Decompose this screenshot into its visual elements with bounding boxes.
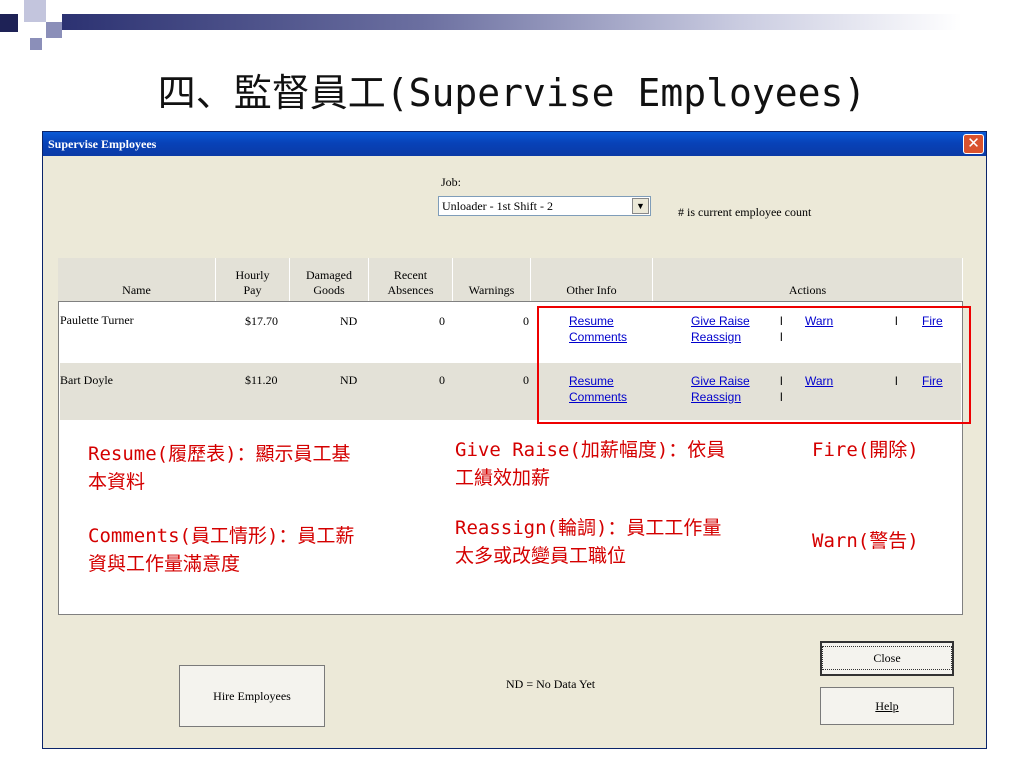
column-header-name[interactable]: Name <box>58 258 216 301</box>
column-header-hourly-pay[interactable]: Hourly Pay <box>216 258 290 301</box>
employee-count-note: # is current employee count <box>678 205 812 219</box>
chevron-down-icon[interactable]: ▼ <box>632 198 649 214</box>
recent-absences-value: 0 <box>439 314 445 328</box>
employee-name: Paulette Turner <box>60 313 134 327</box>
close-window-icon[interactable]: ✕ <box>963 134 984 154</box>
damaged-goods-value: ND <box>340 373 358 387</box>
employee-name: Bart Doyle <box>60 373 113 387</box>
highlight-box <box>537 306 971 424</box>
close-button[interactable]: Close <box>820 641 954 676</box>
column-header-recent-absences[interactable]: Recent Absences <box>369 258 453 301</box>
column-header-damaged-goods[interactable]: Damaged Goods <box>290 258 369 301</box>
dialog-title: Supervise Employees <box>48 137 157 151</box>
recent-absences-value: 0 <box>439 373 445 387</box>
annotation-comments: Comments(員工情形)：員工薪 資與工作量滿意度 <box>88 525 355 575</box>
column-header-other-info[interactable]: Other Info <box>531 258 653 301</box>
slide-title: 四、監督員工(Supervise Employees) <box>157 71 867 115</box>
annotation-resume: Resume(履歷表)：顯示員工基 本資料 <box>88 443 351 493</box>
annotation-warn: Warn(警告) <box>812 530 919 552</box>
annotation-reassign: Reassign(輪調)：員工工作量 太多或改變員工職位 <box>455 517 722 567</box>
job-select[interactable]: Unloader - 1st Shift - 2 ▼ <box>438 196 651 216</box>
column-header-actions[interactable]: Actions <box>653 258 963 301</box>
hourly-pay-value: $17.70 <box>245 314 278 328</box>
hourly-pay-line-1: Hourly <box>235 268 270 282</box>
deco-square-mid <box>46 22 62 38</box>
warnings-value: 0 <box>523 373 529 387</box>
job-label: Job: <box>441 175 462 189</box>
warnings-value: 0 <box>523 314 529 328</box>
hourly-pay-line-2: Pay <box>243 283 262 297</box>
no-data-note: ND = No Data Yet <box>506 677 596 691</box>
damaged-goods-line-2: Goods <box>313 283 345 297</box>
hire-employees-button[interactable]: Hire Employees <box>179 665 325 727</box>
job-select-value: Unloader - 1st Shift - 2 <box>442 199 553 213</box>
deco-square-small <box>30 38 42 50</box>
recent-absences-line-1: Recent <box>393 268 428 282</box>
damaged-goods-value: ND <box>340 314 358 328</box>
dialog-titlebar[interactable]: Supervise Employees ✕ <box>43 132 986 156</box>
deco-square-dark <box>0 14 18 32</box>
hourly-pay-value: $11.20 <box>245 373 278 387</box>
help-button[interactable]: Help <box>820 687 954 725</box>
slide-header-bar <box>62 14 962 30</box>
damaged-goods-line-1: Damaged <box>306 268 352 282</box>
annotation-give-raise: Give Raise(加薪幅度)：依員 工績效加薪 <box>455 439 726 489</box>
column-header-warnings[interactable]: Warnings <box>453 258 531 301</box>
deco-square-light <box>24 0 46 22</box>
recent-absences-line-2: Absences <box>387 283 434 297</box>
annotation-fire: Fire(開除) <box>812 439 919 461</box>
